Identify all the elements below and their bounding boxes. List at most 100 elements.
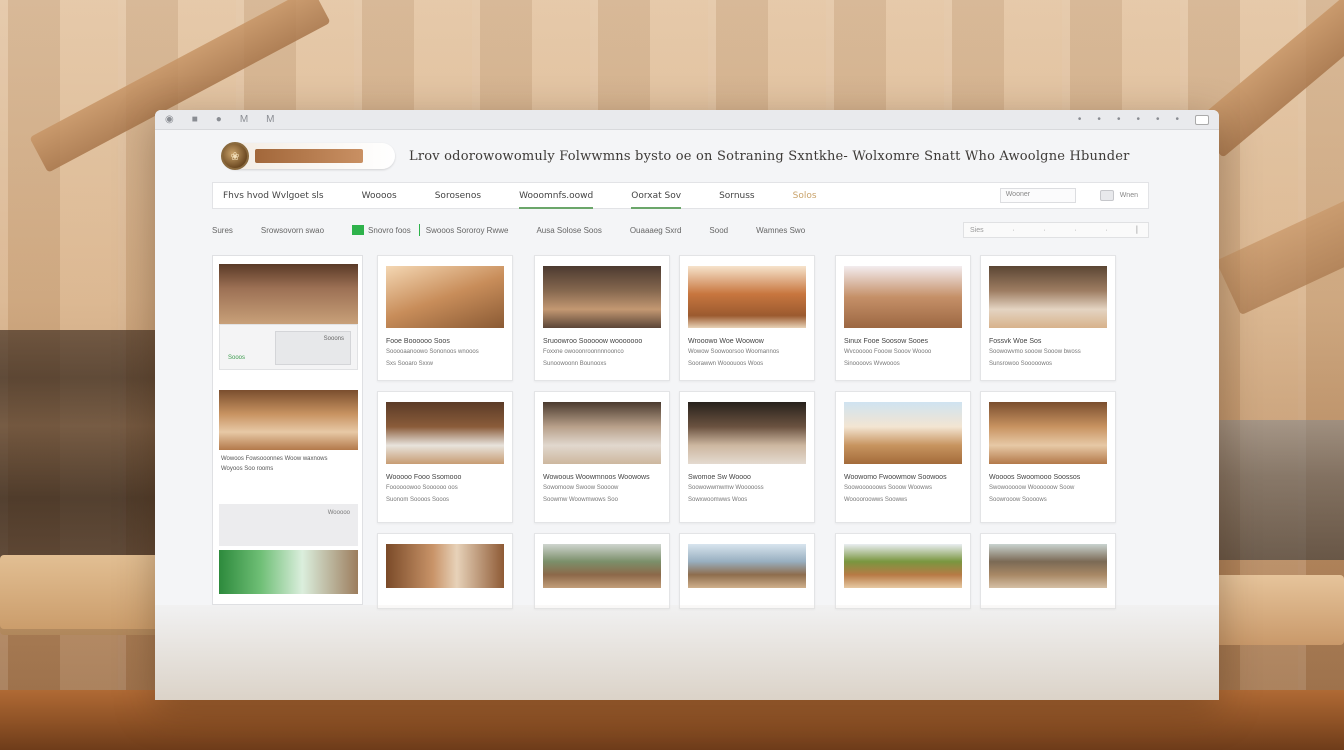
card-thumbnail[interactable] xyxy=(543,266,661,328)
card-thumbnail[interactable] xyxy=(844,266,962,328)
filter-item[interactable]: Snovro foos xyxy=(368,226,411,235)
card-thumbnail[interactable] xyxy=(688,402,806,464)
card-description: Soowowvmo sooow Sooow bwoss xyxy=(989,349,1081,355)
filter-bar: Sures Srowsovorn swao Snovro foos Swooos… xyxy=(212,221,1149,239)
wood-planks xyxy=(0,555,170,635)
site-title: Lrov odorowowomuly Folwwmns bysto oe on … xyxy=(409,148,1130,164)
card-thumbnail[interactable] xyxy=(386,544,504,588)
lock-icon[interactable]: ■ xyxy=(192,114,198,125)
site-logo[interactable]: ❀ xyxy=(221,142,395,170)
circle-icon[interactable]: ◉ xyxy=(165,114,174,125)
card-thumbnail[interactable] xyxy=(989,266,1107,328)
sidebar-thumbnail[interactable] xyxy=(219,390,358,450)
card-title: Wrooowo Woe Woowow xyxy=(688,338,764,345)
filter-sort-control[interactable]: Sies · · · · ▏ xyxy=(963,222,1149,238)
more-icon[interactable]: • xyxy=(1175,114,1179,125)
card-title: Fooe Boooooo Soos xyxy=(386,338,450,345)
sidebar-thumbnail[interactable] xyxy=(219,550,358,594)
nav-item-sales[interactable]: Solos xyxy=(793,185,817,207)
nav-item-home[interactable]: Fhvs hvod Wvlgoet sls xyxy=(223,185,324,207)
nav-utility: Wnen xyxy=(1099,190,1138,201)
search-input[interactable]: Wooner xyxy=(999,188,1076,203)
card-thumbnail[interactable] xyxy=(989,544,1107,588)
card-description: Wowow Soowoorsoo Woomannos xyxy=(688,349,780,355)
project-card[interactable] xyxy=(534,533,670,609)
project-card[interactable]: Woooos Swoomooo Soossos Swowooooow Woooo… xyxy=(980,391,1116,523)
card-description: Soowowwmwmw Woooooss xyxy=(688,485,764,491)
card-thumbnail[interactable] xyxy=(844,544,962,588)
project-card[interactable]: Wowoous Woowmnoos Woowows Sowomoow Swoow… xyxy=(534,391,670,523)
card-description: Foooooowoo Soooooo oos xyxy=(386,485,458,491)
project-card[interactable]: Sinux Fooe Soosow Sooes Wvcooooo Fooow S… xyxy=(835,255,971,381)
project-card[interactable]: Fossvk Woe Sos Soowowvmo sooow Sooow bwo… xyxy=(980,255,1116,381)
reload-icon[interactable]: ● xyxy=(216,114,222,125)
share-icon[interactable]: • xyxy=(1156,114,1160,125)
project-card[interactable]: Swomoe Sw Woooo Soowowwmwmw Woooooss Sow… xyxy=(679,391,815,523)
window-toggle-icon[interactable] xyxy=(1195,114,1209,125)
card-description: Sxs Sooaro Sxxw xyxy=(386,361,434,367)
sidebar-card[interactable] xyxy=(219,550,358,594)
card-thumbnail[interactable] xyxy=(543,402,661,464)
card-description: Sowomoow Swoow Soooow xyxy=(543,485,619,491)
sidebar-card[interactable]: Sooos Sooons xyxy=(219,264,358,370)
card-thumbnail[interactable] xyxy=(386,402,504,464)
sort-option-icon[interactable]: · xyxy=(1043,227,1045,234)
card-thumbnail[interactable] xyxy=(989,402,1107,464)
filter-item[interactable]: Sood xyxy=(709,226,728,235)
card-description: Soowoooooows Sooow Woowws xyxy=(844,485,932,491)
sidebar-card-button[interactable]: Sooons xyxy=(275,331,351,365)
project-card[interactable] xyxy=(377,533,513,609)
card-title: Woooos Swoomooo Soossos xyxy=(989,474,1081,481)
filter-item[interactable]: Swooos Sororoy Rwwe xyxy=(426,226,509,235)
nav-utility-label[interactable]: Wnen xyxy=(1120,192,1138,199)
sidebar-chip[interactable]: Sooos xyxy=(228,355,245,361)
main-nav: Fhvs hvod Wvlgoet sls Woooos Sorosenos W… xyxy=(212,182,1149,209)
filter-item[interactable]: Srowsovorn swao xyxy=(261,226,324,235)
menu-icon[interactable]: M xyxy=(240,114,248,125)
project-card[interactable]: Woowomo Fwoowmow Soowoos Soowoooooows So… xyxy=(835,391,971,523)
card-description: Soowrooow Soooows xyxy=(989,497,1047,503)
nav-item-woods[interactable]: Woooos xyxy=(362,185,397,207)
project-card[interactable]: Sruoowroo Sooooow wooooooo Foxxne owooon… xyxy=(534,255,670,381)
sort-option-icon[interactable]: · xyxy=(1074,227,1076,234)
card-description: Sunoowoonn Bounooxs xyxy=(543,361,607,367)
sort-dropdown-icon[interactable]: ▏ xyxy=(1137,226,1142,234)
nav-item-contact[interactable]: Oorxat Sov xyxy=(631,185,681,209)
filter-item[interactable]: Wamnes Swo xyxy=(756,226,805,235)
sort-option-icon[interactable]: · xyxy=(1106,227,1108,234)
card-thumbnail[interactable] xyxy=(688,266,806,328)
bookmark-icon[interactable]: M xyxy=(266,114,274,125)
download-icon[interactable]: • xyxy=(1136,114,1140,125)
card-title: Fossvk Woe Sos xyxy=(989,338,1042,345)
filter-item[interactable]: Sures xyxy=(212,226,233,235)
card-thumbnail[interactable] xyxy=(688,544,806,588)
project-card[interactable] xyxy=(835,533,971,609)
sort-option-icon[interactable]: · xyxy=(1012,227,1014,234)
sidebar-card-line: Woyoos Soo rooms xyxy=(221,466,274,472)
sidebar-card[interactable]: Wowoos Fowsooonnes Woow waxnows Woyoos S… xyxy=(219,390,358,478)
filter-active-badge[interactable] xyxy=(352,225,365,235)
card-thumbnail[interactable] xyxy=(543,544,661,588)
filter-item[interactable]: Ouaaaeg Sxrd xyxy=(630,226,682,235)
project-card[interactable]: Wrooowo Woe Woowow Wowow Soowoorsoo Woom… xyxy=(679,255,815,381)
card-thumbnail[interactable] xyxy=(386,266,504,328)
filter-item[interactable]: Ausa Solose Soos xyxy=(536,226,601,235)
card-description: Swowooooow Woooooow Soow xyxy=(989,485,1075,491)
logo-wordmark xyxy=(255,149,363,163)
card-description: Sunsrowoo Sooooowos xyxy=(989,361,1053,367)
account-icon[interactable] xyxy=(1099,190,1114,201)
project-card[interactable] xyxy=(679,533,815,609)
sidebar-thumbnail[interactable] xyxy=(219,264,358,324)
extension-icon[interactable]: • xyxy=(1078,114,1082,125)
card-title: Wooooo Fooo Ssomooo xyxy=(386,474,462,481)
nav-item-workshop[interactable]: Wooomnfs.oowd xyxy=(519,185,594,209)
project-card[interactable]: Fooe Boooooo Soos Sooooaanoowo Sononoos … xyxy=(377,255,513,381)
card-thumbnail[interactable] xyxy=(844,402,962,464)
project-card[interactable]: Wooooo Fooo Ssomooo Foooooowoo Soooooo o… xyxy=(377,391,513,523)
nav-item-services[interactable]: Sorosenos xyxy=(435,185,481,207)
nav-item-sources[interactable]: Sornuss xyxy=(719,185,755,207)
project-card[interactable] xyxy=(980,533,1116,609)
star-icon[interactable]: • xyxy=(1097,114,1101,125)
sidebar-footer[interactable]: Wooooo xyxy=(219,504,358,546)
profile-icon[interactable]: • xyxy=(1117,114,1121,125)
